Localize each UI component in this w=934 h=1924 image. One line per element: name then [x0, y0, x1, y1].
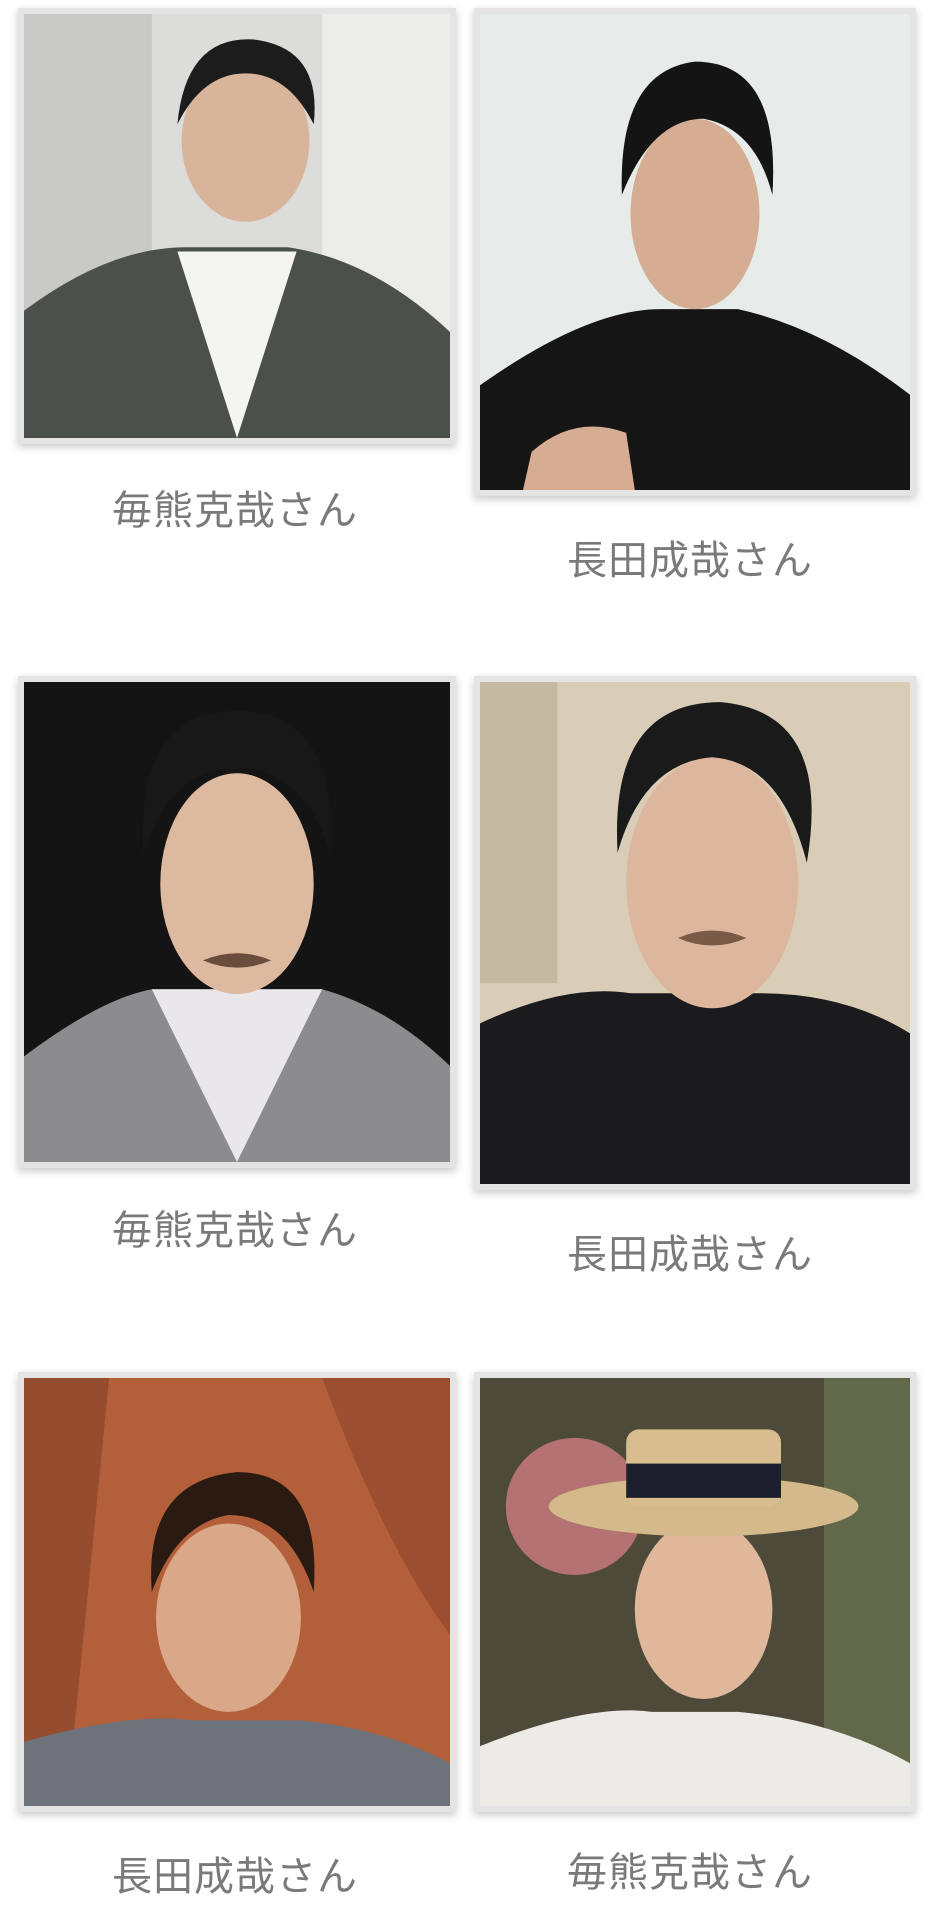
photo-caption: 毎熊克哉さん: [567, 1850, 813, 1896]
portrait-photo: [474, 8, 916, 496]
portrait-photo: [474, 1372, 916, 1812]
photo-caption: 長田成哉さん: [567, 1232, 813, 1278]
portrait-photo: [474, 676, 916, 1190]
portrait-photo: [18, 676, 456, 1168]
photo-caption: 長田成哉さん: [112, 1854, 358, 1900]
portrait-photo: [18, 1372, 456, 1812]
photo-caption: 毎熊克哉さん: [112, 1208, 358, 1254]
photo-caption: 長田成哉さん: [567, 538, 813, 584]
photo-caption: 毎熊克哉さん: [112, 488, 358, 534]
portrait-photo: [18, 8, 456, 444]
